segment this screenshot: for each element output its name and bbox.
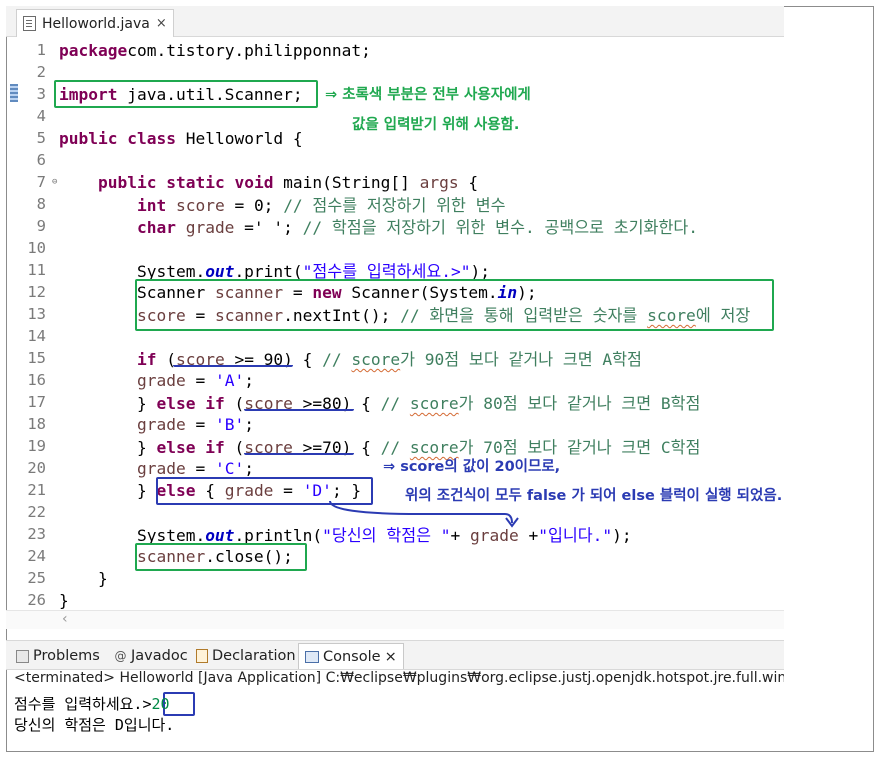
console-tab-bar: Problems @ Javadoc Declaration Console × (6, 640, 784, 670)
javadoc-icon: @ (114, 648, 127, 663)
console-output-line1[interactable]: 점수를 입력하세요.>20 (14, 693, 170, 714)
green-note-line2: 값을 입력받기 위해 사용함. (352, 117, 520, 133)
problems-icon (16, 649, 29, 663)
tab-console[interactable]: Console × (298, 643, 404, 669)
horizontal-scrollbar[interactable]: ‹ (6, 610, 784, 629)
console-input-value: 20 (151, 695, 170, 713)
console-prompt: 점수를 입력하세요.> (14, 695, 152, 713)
console-output-line2: 당신의 학점은 D입니다. (14, 716, 175, 734)
declaration-icon (196, 649, 208, 663)
console-icon (305, 650, 319, 663)
tab-console-label: Console (323, 648, 381, 665)
tab-declaration-label: Declaration (212, 648, 296, 664)
blue-note-line1: ⇒ score의 값이 20이므로, (383, 459, 561, 475)
console-status: <terminated> Helloworld [Java Applicatio… (14, 670, 784, 686)
green-note-line1: ⇒ 초록색 부분은 전부 사용자에게 (325, 87, 531, 103)
scroll-left-icon[interactable]: ‹ (62, 611, 68, 627)
blue-note-line2: 위의 조건식이 모두 false 가 되어 else 블럭이 실행 되었음. (405, 488, 783, 504)
tab-declaration[interactable]: Declaration (196, 645, 296, 667)
close-icon[interactable]: × (385, 649, 397, 665)
tab-problems-label: Problems (33, 648, 100, 664)
tab-javadoc[interactable]: @ Javadoc (114, 645, 188, 667)
tab-problems[interactable]: Problems (16, 645, 100, 667)
tab-javadoc-label: Javadoc (131, 648, 188, 664)
